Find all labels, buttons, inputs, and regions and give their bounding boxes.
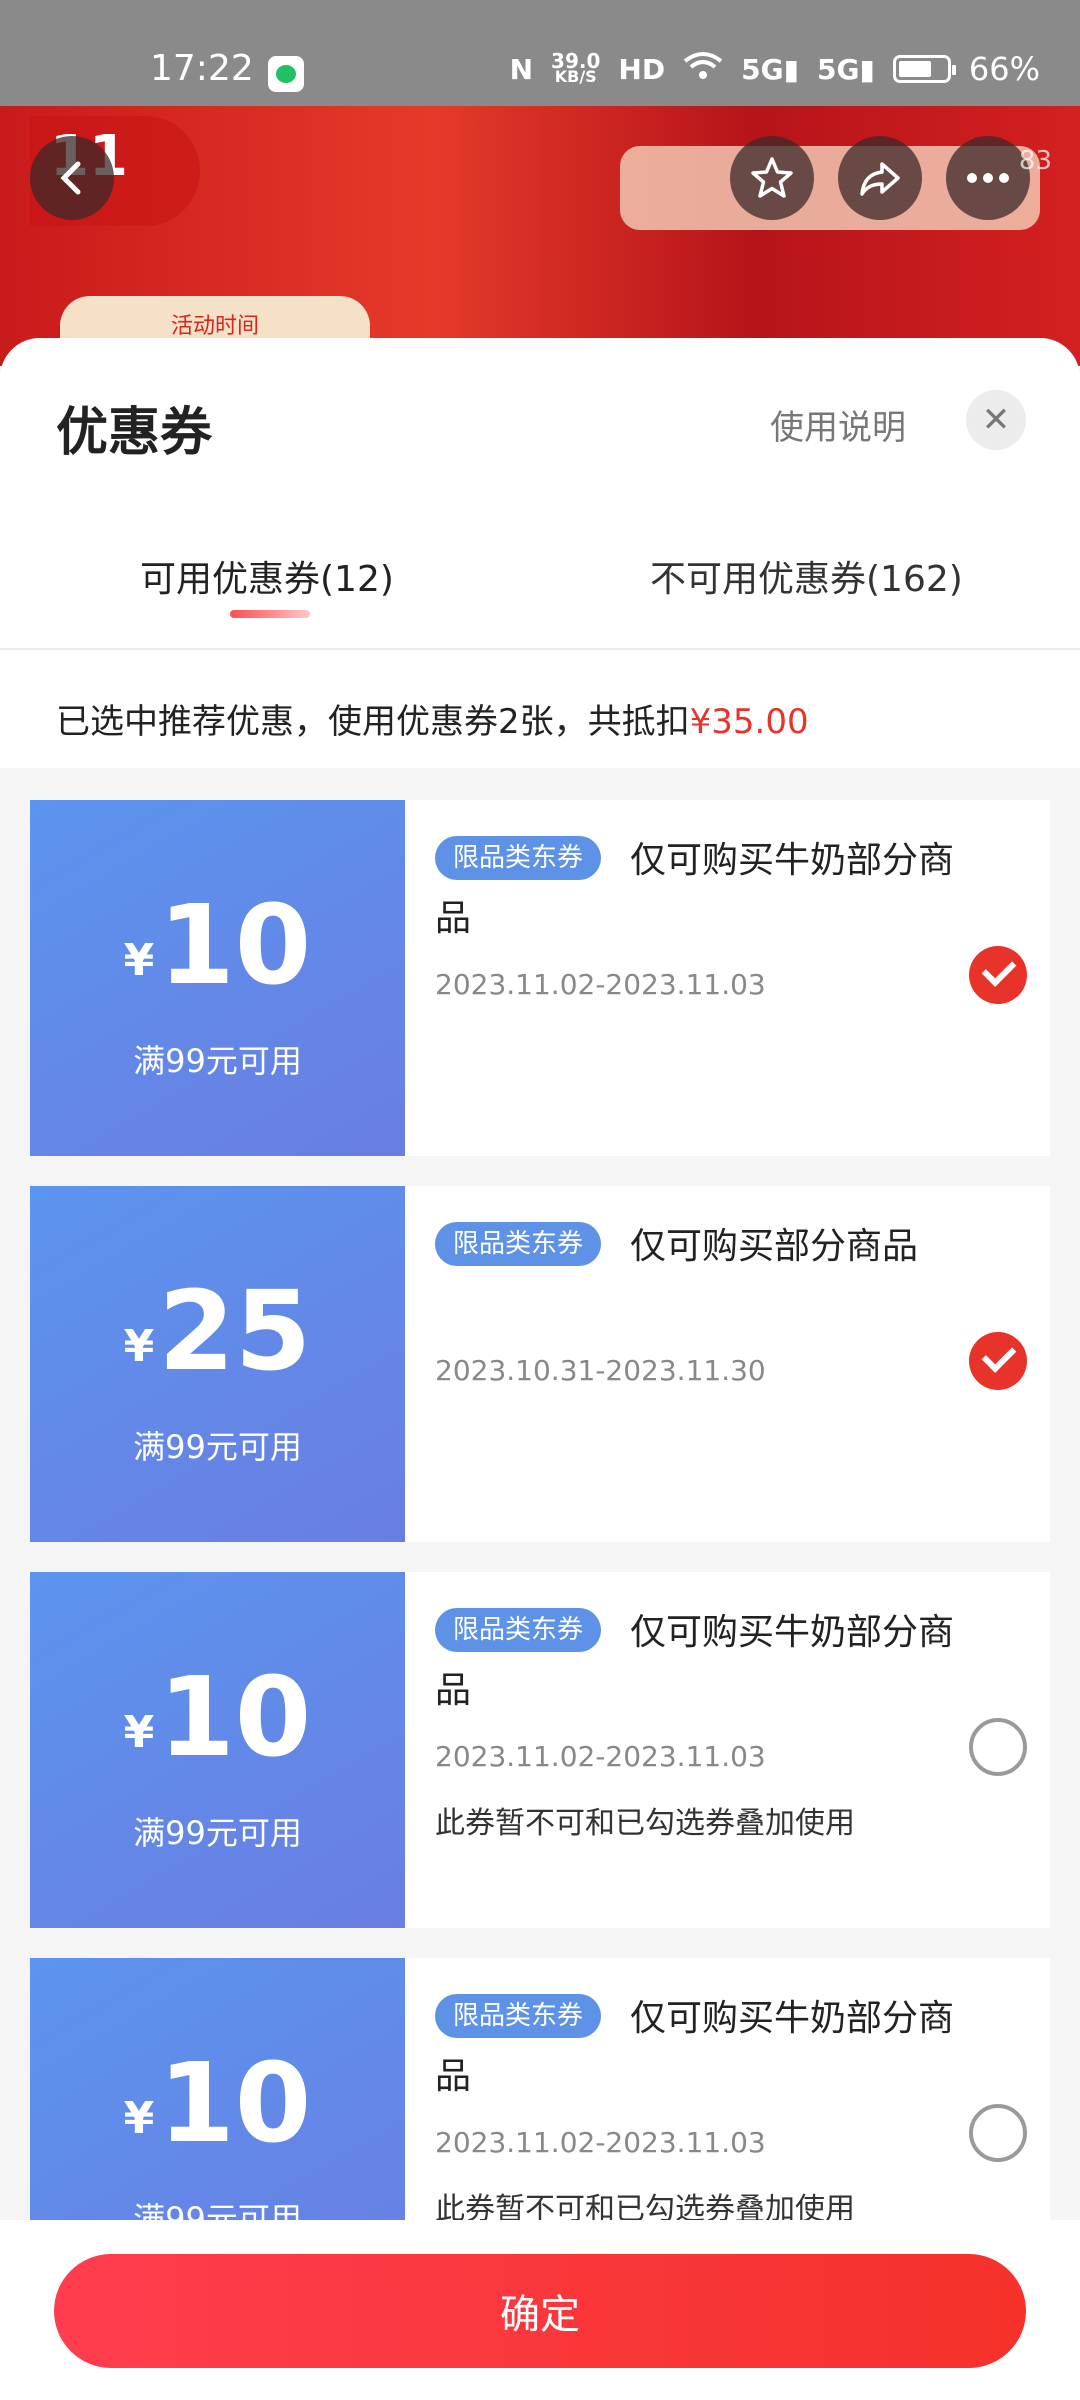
sheet-title: 优惠券 [56, 403, 213, 463]
confirm-button[interactable]: 确定 [54, 2254, 1026, 2368]
coupon-amount-row: ¥10 [30, 1662, 405, 1772]
coupon-card[interactable]: ¥25 满99元可用 仅可购买部分商品 限品类东券 2023.10.31-2023.11… [24, 1186, 1050, 1542]
coupon-type-tag: 限品类东券 [435, 836, 602, 880]
usage-instructions-link[interactable]: 使用说明 [770, 400, 906, 449]
active-tab-indicator [230, 610, 310, 618]
favorite-button[interactable] [730, 136, 814, 220]
star-icon [751, 157, 793, 198]
coupon-list: ¥10 满99元可用 仅可购买牛奶部分商品 限品类东券 2023.11.02-2023.… [24, 800, 1050, 2344]
close-button[interactable]: ✕ [966, 390, 1026, 450]
battery-icon [892, 55, 956, 83]
coupon-amount-row: ¥25 [30, 1276, 405, 1386]
battery-percent: 66% [968, 50, 1040, 88]
tab-divider [0, 648, 1080, 650]
more-dots-icon [967, 173, 1009, 183]
status-icons: N 39.0 KB/S HD 5G▮ 5G▮ 66% [510, 50, 1040, 88]
more-button[interactable] [946, 136, 1030, 220]
coupon-type-tag: 限品类东券 [435, 1994, 602, 2038]
selection-summary: 已选中推荐优惠，使用优惠券2张，共抵扣¥35.00 [56, 702, 809, 742]
coupon-validity-date: 2023.10.31-2023.11.30 [435, 1354, 766, 1387]
coupon-type-tag: 限品类东券 [435, 1608, 602, 1652]
tab-unavailable-coupons[interactable]: 不可用优惠券(162) [650, 550, 963, 602]
coupon-detail-panel: 仅可购买牛奶部分商品 限品类东券 2023.11.02-2023.11.03 [405, 800, 1050, 1156]
tab-available-coupons[interactable]: 可用优惠券(12) [140, 550, 394, 602]
coupon-threshold: 满99元可用 [133, 1814, 302, 1852]
coupon-amount: 10 [158, 2039, 312, 2167]
coupon-value-panel: ¥10 满99元可用 [24, 800, 405, 1156]
coupon-threshold: 满99元可用 [133, 1428, 302, 1466]
wifi-icon [683, 51, 723, 88]
coupon-amount-row: ¥10 [30, 890, 405, 1000]
discount-amount: ¥35.00 [689, 702, 809, 742]
coupon-detail-panel: 仅可购买部分商品 限品类东券 2023.10.31-2023.11.30 [405, 1186, 1050, 1542]
coupon-threshold: 满99元可用 [133, 1042, 302, 1080]
coupon-note: 此券暂不可和已勾选券叠加使用 [435, 1806, 855, 1841]
coupon-amount: 10 [158, 1653, 312, 1781]
coupon-card[interactable]: ¥10 满99元可用 仅可购买牛奶部分商品 限品类东券 2023.11.02-2023.… [24, 800, 1050, 1156]
unchecked-icon[interactable] [969, 2104, 1027, 2162]
coupon-validity-date: 2023.11.02-2023.11.03 [435, 968, 766, 1001]
bottom-bar: 确定 [0, 2220, 1080, 2400]
coupon-amount-row: ¥10 [30, 2048, 405, 2158]
status-bar: 17:22 N 39.0 KB/S HD 5G▮ 5G▮ 66% [0, 0, 1080, 106]
currency-symbol: ¥ [123, 2093, 155, 2144]
coupon-value-panel: ¥10 满99元可用 [24, 1572, 405, 1928]
hd-icon: HD [618, 52, 666, 86]
coupon-amount: 25 [158, 1267, 312, 1395]
coupon-card[interactable]: ¥10 满99元可用 仅可购买牛奶部分商品 限品类东券 2023.11.02-2023.… [24, 1572, 1050, 1928]
coupon-type-tag: 限品类东券 [435, 1222, 602, 1266]
close-icon: ✕ [981, 400, 1011, 440]
nfc-icon: N [509, 52, 534, 86]
coupon-validity-date: 2023.11.02-2023.11.03 [435, 1740, 766, 1773]
status-time: 17:22 [150, 48, 254, 89]
promo-banner: 11 活动时间 [0, 106, 1080, 366]
currency-symbol: ¥ [123, 935, 155, 986]
checked-icon[interactable] [969, 946, 1027, 1004]
checked-icon[interactable] [969, 1332, 1027, 1390]
currency-symbol: ¥ [123, 1321, 155, 1372]
coupon-sheet: 优惠券 使用说明 ✕ 可用优惠券(12) 不可用优惠券(162) 已选中推荐优惠… [0, 338, 1080, 2400]
currency-symbol: ¥ [123, 1707, 155, 1758]
message-app-icon [268, 56, 304, 92]
coupon-detail-panel: 仅可购买牛奶部分商品 限品类东券 2023.11.02-2023.11.03 此券暂不… [405, 1572, 1050, 1928]
share-button[interactable] [838, 136, 922, 220]
chevron-left-icon [60, 161, 81, 195]
back-button[interactable] [30, 136, 114, 220]
coupon-value-panel: ¥25 满99元可用 [24, 1186, 405, 1542]
signal-5g-icon-2: 5G▮ [816, 52, 875, 86]
unchecked-icon[interactable] [969, 1718, 1027, 1776]
coupon-amount: 10 [158, 881, 312, 1009]
signal-5g-icon-1: 5G▮ [741, 52, 799, 86]
coupon-validity-date: 2023.11.02-2023.11.03 [435, 2126, 766, 2159]
sheet-header: 优惠券 使用说明 ✕ 可用优惠券(12) 不可用优惠券(162) 已选中推荐优惠… [0, 338, 1080, 768]
share-icon [860, 162, 900, 196]
banner-count: 83 [1018, 146, 1052, 176]
network-speed: 39.0 KB/S [551, 49, 601, 86]
